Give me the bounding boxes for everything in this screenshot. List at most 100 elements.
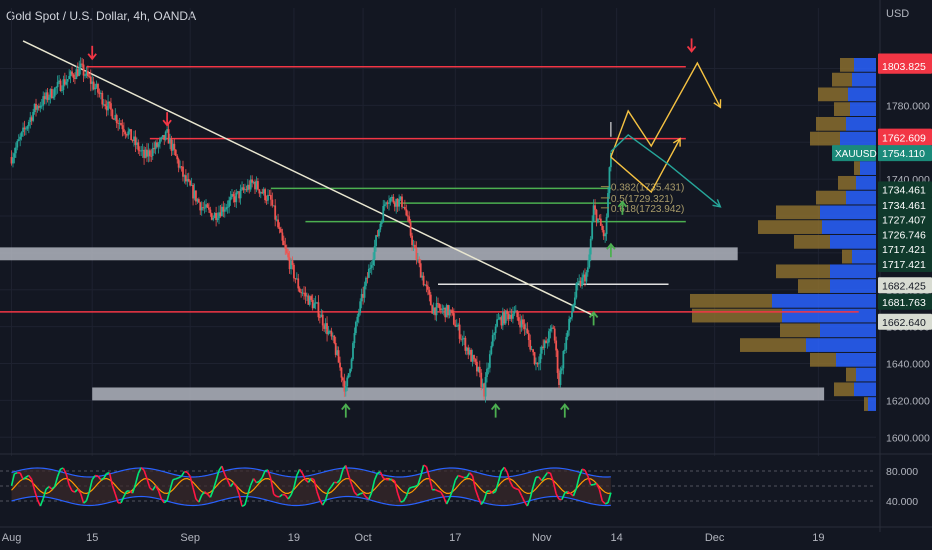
- candle-body: [389, 198, 392, 203]
- osc-line-segment: [604, 502, 609, 505]
- candle-body: [356, 316, 359, 322]
- candle-body: [487, 367, 490, 369]
- candle-body: [523, 324, 526, 329]
- candle-body: [94, 87, 96, 90]
- candle-body: [380, 222, 383, 224]
- candle-body: [97, 84, 99, 93]
- volume-bar-buy: [852, 72, 876, 87]
- price-label-text: 1727.407: [882, 215, 926, 227]
- candle-body: [59, 80, 62, 92]
- candle-body: [56, 82, 59, 88]
- candle-body: [274, 205, 277, 220]
- candle-body: [568, 319, 571, 331]
- candle-body: [342, 377, 344, 381]
- candle-body: [264, 189, 267, 201]
- candle-body: [25, 128, 27, 130]
- candle-body: [405, 209, 408, 216]
- candle-body: [594, 205, 596, 210]
- osc-line-segment: [460, 475, 465, 479]
- candle-body: [284, 245, 287, 249]
- candle-body: [19, 136, 22, 140]
- candle-body: [280, 229, 282, 233]
- candle-body: [427, 286, 429, 290]
- price-chart[interactable]: 0.382(1735.431)0.5(1729.321)0.618(1723.9…: [0, 0, 932, 550]
- candle-body: [429, 294, 432, 306]
- candle-body: [13, 153, 16, 158]
- candle-body: [257, 181, 259, 190]
- candle-body: [451, 310, 454, 314]
- volume-bar-sell: [758, 220, 822, 234]
- candle-body: [548, 331, 550, 343]
- candle-body: [27, 122, 30, 127]
- candle-body: [575, 283, 578, 298]
- candle-body: [281, 232, 284, 241]
- price-tick-label: 1600.000: [886, 432, 930, 444]
- volume-bar-sell: [776, 205, 820, 220]
- candle-body: [571, 311, 573, 318]
- candle-body: [310, 296, 313, 300]
- candle-body: [527, 333, 530, 340]
- candle-body: [81, 63, 84, 65]
- candle-body: [367, 268, 370, 278]
- price-label-text: 1717.421: [882, 244, 926, 256]
- volume-bar-sell: [780, 323, 820, 338]
- candle-body: [428, 289, 431, 295]
- trendline-group[interactable]: [22, 40, 594, 317]
- support-zone: [92, 387, 825, 401]
- volume-bar-buy: [852, 249, 876, 264]
- volume-bar-sell: [818, 87, 848, 102]
- candle-body: [55, 87, 58, 89]
- candle-body: [17, 139, 20, 141]
- candle-body: [124, 132, 127, 135]
- candle-body: [546, 342, 549, 344]
- candle-body: [66, 79, 69, 82]
- candle-body: [20, 132, 23, 137]
- candle-body: [16, 140, 19, 148]
- price-tick-label: 1780.000: [886, 100, 930, 112]
- candle-body: [209, 209, 212, 214]
- candle-body: [187, 179, 190, 181]
- price-label-text: 1681.763: [882, 297, 926, 309]
- support-zone: [0, 247, 738, 261]
- candle-body: [160, 137, 163, 140]
- candle-body: [115, 115, 118, 124]
- time-tick-label: 19: [288, 532, 300, 544]
- candle-body: [532, 349, 534, 353]
- candle-body: [516, 310, 519, 318]
- osc-tick-label: 40.000: [886, 496, 918, 508]
- candle-body: [111, 109, 114, 119]
- horizontal-levels[interactable]: [0, 65, 859, 313]
- candle-body: [438, 303, 441, 309]
- candle-body: [350, 359, 353, 369]
- candle-body: [120, 123, 122, 126]
- candle-body: [164, 131, 167, 140]
- candle-body: [337, 350, 340, 363]
- volume-bar-buy: [860, 161, 876, 175]
- volume-bar-buy: [846, 116, 876, 131]
- candle-body: [401, 196, 403, 207]
- candle-body: [84, 75, 86, 77]
- candle-body: [452, 313, 455, 325]
- candle-body: [474, 359, 477, 362]
- candle-body: [561, 368, 563, 371]
- candle-body: [549, 328, 552, 332]
- candle-body: [137, 142, 140, 151]
- volume-bar-buy: [840, 131, 876, 146]
- candle-body: [607, 193, 609, 218]
- candle-body: [458, 324, 461, 339]
- candle-body: [68, 76, 71, 80]
- candle-body: [333, 335, 336, 344]
- candle-body: [517, 317, 520, 322]
- candle-body: [378, 229, 380, 237]
- candle-body: [232, 194, 235, 197]
- candle-body: [379, 223, 382, 230]
- candle-body: [529, 339, 532, 350]
- time-axis[interactable]: Aug 15 Sep 19 Oct 17 Nov 14 Dec 19: [0, 526, 932, 544]
- support-zones: [0, 247, 825, 401]
- volume-bar-sell: [692, 308, 782, 323]
- candle-body: [203, 207, 206, 209]
- fib-labels: 0.382(1735.431)0.5(1729.321)0.618(1723.9…: [600, 183, 684, 215]
- candle-body: [493, 333, 496, 336]
- candle-body: [448, 309, 451, 316]
- volume-bar-sell: [840, 57, 854, 72]
